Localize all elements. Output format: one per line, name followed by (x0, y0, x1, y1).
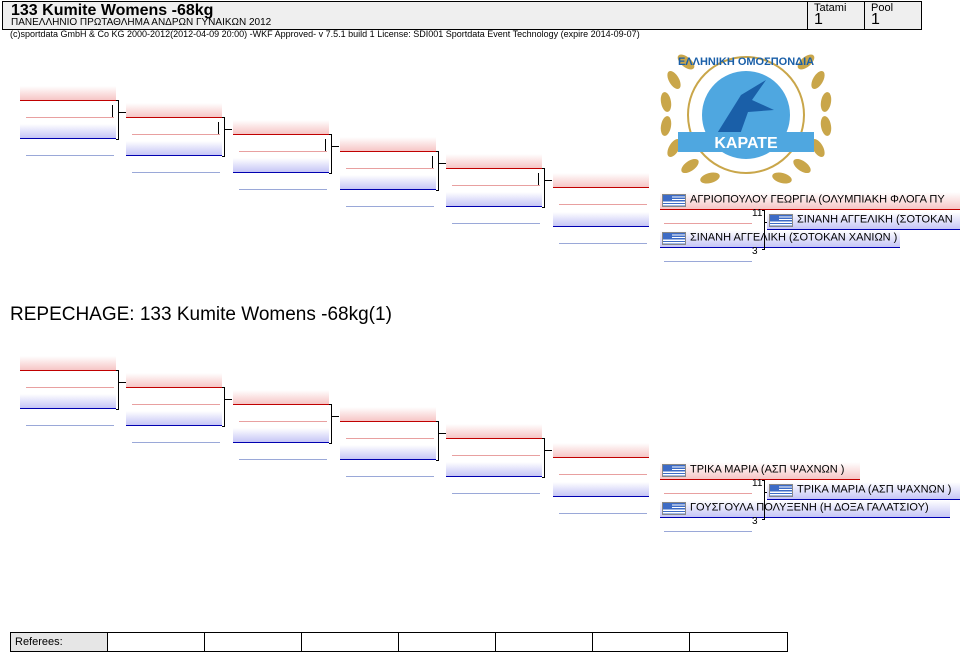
repechage-finalist-blue-name: ΓΟΥΣΓΟΥΛΑ ΠΟΛΥΞΕΝΗ (Η ΔΟΞΑ ΓΑΛΑΤΣΙΟΥ) (690, 501, 929, 514)
repechage-finalist-blue: ΓΟΥΣΓΟΥΛΑ ΠΟΛΥΞΕΝΗ (Η ΔΟΞΑ ΓΑΛΑΤΣΙΟΥ) (660, 500, 950, 518)
bracket-slot (553, 212, 649, 227)
bracket-slot (553, 443, 649, 458)
bracket-slot (126, 141, 222, 156)
greece-flag-icon (662, 464, 686, 477)
greece-flag-icon (769, 484, 793, 497)
winner-name: ΣΙΝΑΝΗ ΑΓΓΕΛΙΚΗ (ΣΟΤΟΚΑΝ (797, 213, 953, 226)
referee-cell (302, 633, 399, 651)
repechage-winner-slot: ΤΡΙΚΑ ΜΑΡΙΑ (ΑΣΠ ΨΑΧΝΩΝ ) (767, 482, 960, 500)
winner-slot: ΣΙΝΑΝΗ ΑΓΓΕΛΙΚΗ (ΣΟΤΟΚΑΝ (767, 212, 960, 230)
bracket-slot (126, 103, 222, 118)
greece-flag-icon (662, 502, 686, 515)
repechage-bracket: ΤΡΙΚΑ ΜΑΡΙΑ (ΑΣΠ ΨΑΧΝΩΝ ) ΓΟΥΣΓΟΥΛΑ ΠΟΛΥ… (0, 270, 960, 532)
bracket-slot (233, 390, 329, 405)
bracket-slot (446, 462, 542, 477)
referee-cell (108, 633, 205, 651)
bracket-slot (446, 154, 542, 169)
bracket-slot (340, 445, 436, 460)
bracket-slot (340, 175, 436, 190)
bracket-slot (446, 192, 542, 207)
referee-cell (690, 633, 787, 651)
bracket-slot (446, 424, 542, 439)
bracket-slot (20, 356, 116, 371)
bracket-slot (20, 394, 116, 409)
finalist-red-name: ΑΓΡΙΟΠΟΥΛΟΥ ΓΕΩΡΓΙΑ (ΟΛΥΜΠΙΑΚΗ ΦΛΟΓΑ ΠΥ (690, 193, 945, 206)
bracket-slot (233, 120, 329, 135)
referees-label: Referees: (11, 633, 108, 651)
referee-cell (593, 633, 690, 651)
finalist-blue: ΣΙΝΑΝΗ ΑΓΓΕΛΙΚΗ (ΣΟΤΟΚΑΝ ΧΑΝΙΩΝ ) (660, 230, 900, 248)
finalist-red: ΑΓΡΙΟΠΟΥΛΟΥ ΓΕΩΡΓΙΑ (ΟΛΥΜΠΙΑΚΗ ΦΛΟΓΑ ΠΥ (660, 192, 960, 210)
bracket-slot (20, 86, 116, 101)
repechage-finalist-red-name: ΤΡΙΚΑ ΜΑΡΙΑ (ΑΣΠ ΨΑΧΝΩΝ ) (690, 463, 845, 476)
bracket-slot (340, 407, 436, 422)
referee-cell (496, 633, 593, 651)
greece-flag-icon (662, 232, 686, 245)
bracket-slot (340, 137, 436, 152)
referee-cell (399, 633, 496, 651)
final-score-top: 11 (752, 208, 763, 219)
greece-flag-icon (662, 194, 686, 207)
bracket-slot (20, 124, 116, 139)
bracket-slot (553, 482, 649, 497)
referee-cell (205, 633, 302, 651)
main-bracket: ΑΓΡΙΟΠΟΥΛΟΥ ΓΕΩΡΓΙΑ (ΟΛΥΜΠΙΑΚΗ ΦΛΟΓΑ ΠΥ … (0, 0, 960, 262)
bracket-slot (553, 173, 649, 188)
bracket-slot (126, 373, 222, 388)
bracket-slot (233, 428, 329, 443)
final-score-bottom: 3 (752, 246, 758, 257)
repechage-score-bottom: 3 (752, 516, 758, 527)
greece-flag-icon (769, 214, 793, 227)
finalist-blue-name: ΣΙΝΑΝΗ ΑΓΓΕΛΙΚΗ (ΣΟΤΟΚΑΝ ΧΑΝΙΩΝ ) (690, 231, 898, 244)
referees-table: Referees: (10, 632, 788, 652)
bracket-slot (233, 158, 329, 173)
repechage-winner-name: ΤΡΙΚΑ ΜΑΡΙΑ (ΑΣΠ ΨΑΧΝΩΝ ) (797, 483, 952, 496)
bracket-slot (126, 411, 222, 426)
repechage-score-top: 11 (752, 478, 763, 489)
